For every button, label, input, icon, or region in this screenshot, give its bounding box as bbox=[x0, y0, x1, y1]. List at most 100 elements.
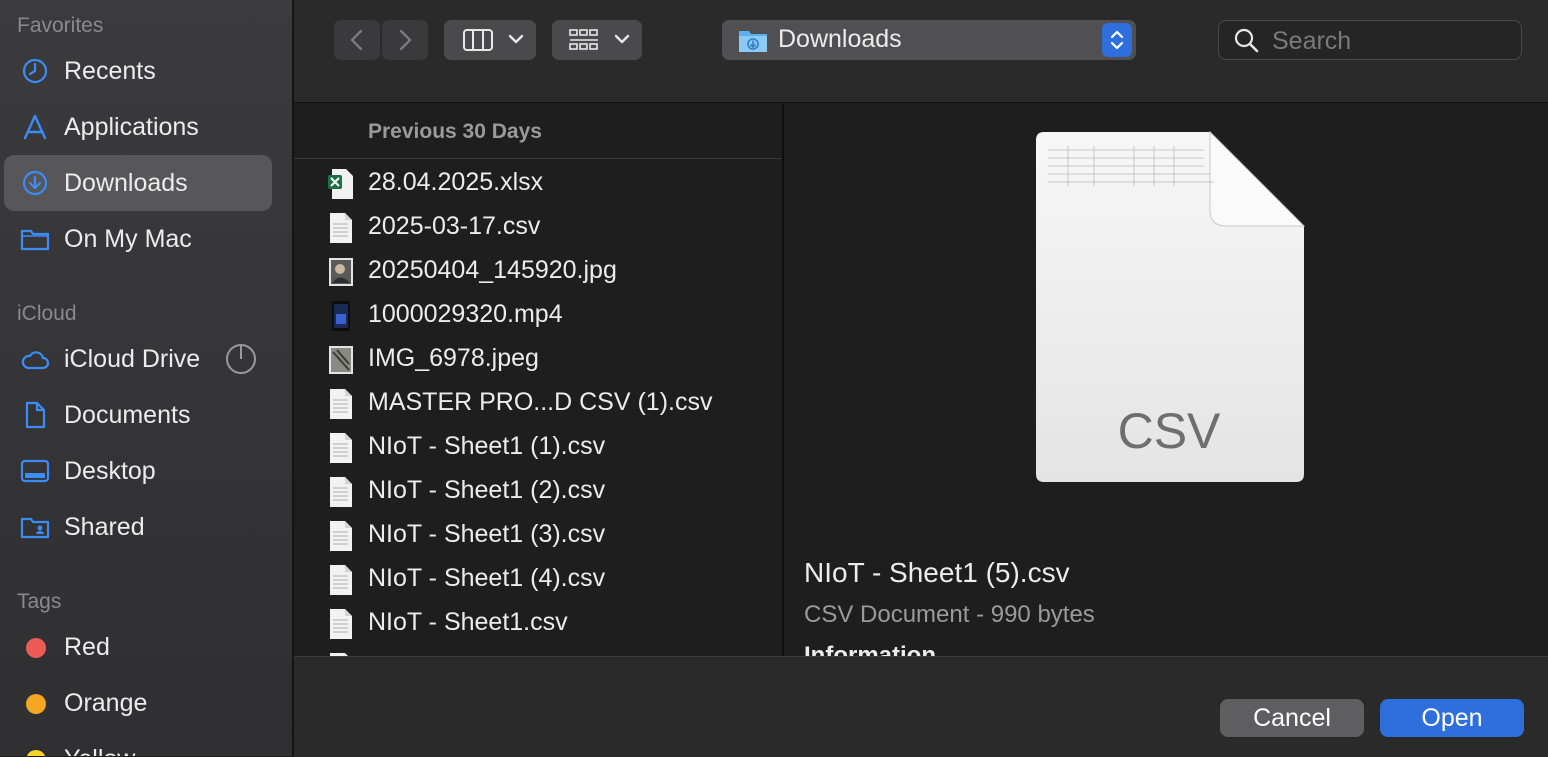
file-list-column: Previous 30 Days 28.04.2025.xlsx 2025-03… bbox=[294, 104, 784, 656]
chevron-left-icon bbox=[350, 29, 363, 51]
tags-section-label: Tags bbox=[17, 590, 62, 613]
toolbar: Downloads Search bbox=[294, 0, 1548, 103]
sidebar-item-label: Orange bbox=[64, 689, 148, 717]
sidebar-item-icloud-drive[interactable]: iCloud Drive bbox=[4, 331, 272, 387]
icloud-section-label: iCloud bbox=[17, 302, 77, 325]
preview-file-name: NIoT - Sheet1 (5).csv bbox=[804, 557, 1070, 588]
shared-folder-icon bbox=[20, 517, 50, 539]
sidebar-tag-yellow[interactable]: Yellow bbox=[4, 731, 272, 756]
cancel-button[interactable]: Cancel bbox=[1220, 699, 1364, 737]
file-name: NIoT - Sheet1 (2).csv bbox=[368, 476, 606, 504]
sidebar-item-label: Shared bbox=[64, 513, 145, 541]
sidebar-item-label: Recents bbox=[64, 57, 156, 85]
file-name: IMG_6978.jpeg bbox=[368, 344, 539, 372]
sidebar-tag-red[interactable]: Red bbox=[4, 619, 272, 675]
sidebar-item-on-my-mac[interactable]: On My Mac bbox=[4, 211, 272, 267]
forward-button[interactable] bbox=[382, 20, 428, 60]
columns-view-icon bbox=[463, 29, 493, 51]
file-row-partial[interactable] bbox=[294, 646, 782, 656]
chevron-down-icon bbox=[614, 34, 630, 44]
document-icon bbox=[25, 401, 46, 429]
excel-file-icon bbox=[328, 169, 353, 199]
file-name: 28.04.2025.xlsx bbox=[368, 168, 544, 196]
file-row-jpeg[interactable]: IMG_6978.jpeg bbox=[294, 338, 782, 382]
preview-info-heading: Information bbox=[804, 642, 936, 656]
main-panel: Downloads Search Previous 30 Days 28.04.… bbox=[294, 0, 1548, 757]
file-row-jpg[interactable]: 20250404_145920.jpg bbox=[294, 250, 782, 294]
file-row-csv[interactable]: MASTER PRO...D CSV (1).csv bbox=[294, 382, 782, 426]
tag-color-dot bbox=[26, 750, 46, 756]
sidebar-item-recents[interactable]: Recents bbox=[4, 43, 272, 99]
file-name: NIoT - Sheet1.csv bbox=[368, 608, 568, 636]
csv-file-icon bbox=[330, 609, 352, 639]
csv-file-icon bbox=[330, 389, 352, 419]
search-field[interactable]: Search bbox=[1218, 20, 1522, 60]
section-header: Previous 30 Days bbox=[368, 120, 542, 143]
sidebar-item-shared[interactable]: Shared bbox=[4, 499, 272, 555]
favorites-section-label: Favorites bbox=[17, 14, 104, 37]
csv-document-preview-icon: CSV bbox=[1036, 130, 1306, 482]
video-file-icon bbox=[332, 301, 350, 331]
file-name: NIoT - Sheet1 (1).csv bbox=[368, 432, 606, 460]
view-mode-button[interactable] bbox=[444, 20, 536, 60]
file-row-csv[interactable]: NIoT - Sheet1 (3).csv bbox=[294, 514, 782, 558]
file-name: 20250404_145920.jpg bbox=[368, 256, 617, 284]
preview-pane: CSV NIoT - Sheet1 (5).csv CSV Document -… bbox=[784, 104, 1548, 656]
folder-icon bbox=[20, 229, 50, 251]
dialog-button-bar: Cancel Open bbox=[294, 656, 1548, 757]
search-icon bbox=[1234, 28, 1259, 53]
file-row-csv[interactable]: 2025-03-17.csv bbox=[294, 206, 782, 250]
tag-color-dot bbox=[26, 694, 46, 714]
sidebar-item-label: Downloads bbox=[64, 169, 188, 197]
sidebar-item-label: Desktop bbox=[64, 457, 156, 485]
file-name: 2025-03-17.csv bbox=[368, 212, 541, 240]
sidebar-item-label: Red bbox=[64, 633, 110, 661]
file-row-csv[interactable]: NIoT - Sheet1 (4).csv bbox=[294, 558, 782, 602]
open-button[interactable]: Open bbox=[1380, 699, 1524, 737]
image-file-icon bbox=[329, 258, 353, 286]
desktop-icon bbox=[20, 459, 50, 483]
file-row-mp4[interactable]: 1000029320.mp4 bbox=[294, 294, 782, 338]
sidebar-item-label: Documents bbox=[64, 401, 191, 429]
sync-progress-icon bbox=[226, 344, 256, 374]
sidebar-item-applications[interactable]: Applications bbox=[4, 99, 272, 155]
back-button[interactable] bbox=[334, 20, 380, 60]
csv-file-icon bbox=[330, 477, 352, 507]
divider bbox=[294, 158, 782, 159]
clock-icon bbox=[22, 58, 48, 84]
sidebar-tag-orange[interactable]: Orange bbox=[4, 675, 272, 731]
up-down-chevron-icon bbox=[1110, 30, 1124, 50]
location-popup[interactable]: Downloads bbox=[722, 20, 1136, 60]
sidebar-item-label: Applications bbox=[64, 113, 199, 141]
file-name: NIoT - Sheet1 (4).csv bbox=[368, 564, 606, 592]
location-label: Downloads bbox=[778, 25, 902, 53]
applications-icon bbox=[23, 114, 47, 140]
chevron-down-icon bbox=[508, 34, 524, 44]
csv-file-icon bbox=[330, 565, 352, 595]
sidebar-item-label: Yellow bbox=[64, 745, 135, 756]
file-type-badge: CSV bbox=[1118, 403, 1221, 459]
grid-group-icon bbox=[569, 29, 598, 50]
sidebar-item-desktop[interactable]: Desktop bbox=[4, 443, 272, 499]
downloads-icon bbox=[22, 170, 48, 196]
csv-file-icon bbox=[330, 433, 352, 463]
sidebar-item-downloads[interactable]: Downloads bbox=[4, 155, 272, 211]
sidebar-item-documents[interactable]: Documents bbox=[4, 387, 272, 443]
sidebar-item-label: On My Mac bbox=[64, 225, 192, 253]
file-row-csv[interactable]: NIoT - Sheet1 (2).csv bbox=[294, 470, 782, 514]
image-file-icon bbox=[329, 346, 353, 374]
group-by-button[interactable] bbox=[552, 20, 642, 60]
file-name: 1000029320.mp4 bbox=[368, 300, 563, 328]
file-row-csv[interactable]: NIoT - Sheet1.csv bbox=[294, 602, 782, 646]
file-name: MASTER PRO...D CSV (1).csv bbox=[368, 388, 713, 416]
search-placeholder: Search bbox=[1272, 27, 1352, 55]
location-stepper[interactable] bbox=[1102, 23, 1132, 57]
sidebar-item-label: iCloud Drive bbox=[64, 345, 201, 373]
tag-color-dot bbox=[26, 638, 46, 658]
file-row-xlsx[interactable]: 28.04.2025.xlsx bbox=[294, 162, 782, 206]
chevron-right-icon bbox=[399, 29, 412, 51]
downloads-folder-icon bbox=[739, 31, 767, 52]
file-row-csv[interactable]: NIoT - Sheet1 (1).csv bbox=[294, 426, 782, 470]
preview-file-kind: CSV Document - 990 bytes bbox=[804, 601, 1095, 628]
sidebar: Favorites Recents Applications Downloads… bbox=[0, 0, 294, 756]
